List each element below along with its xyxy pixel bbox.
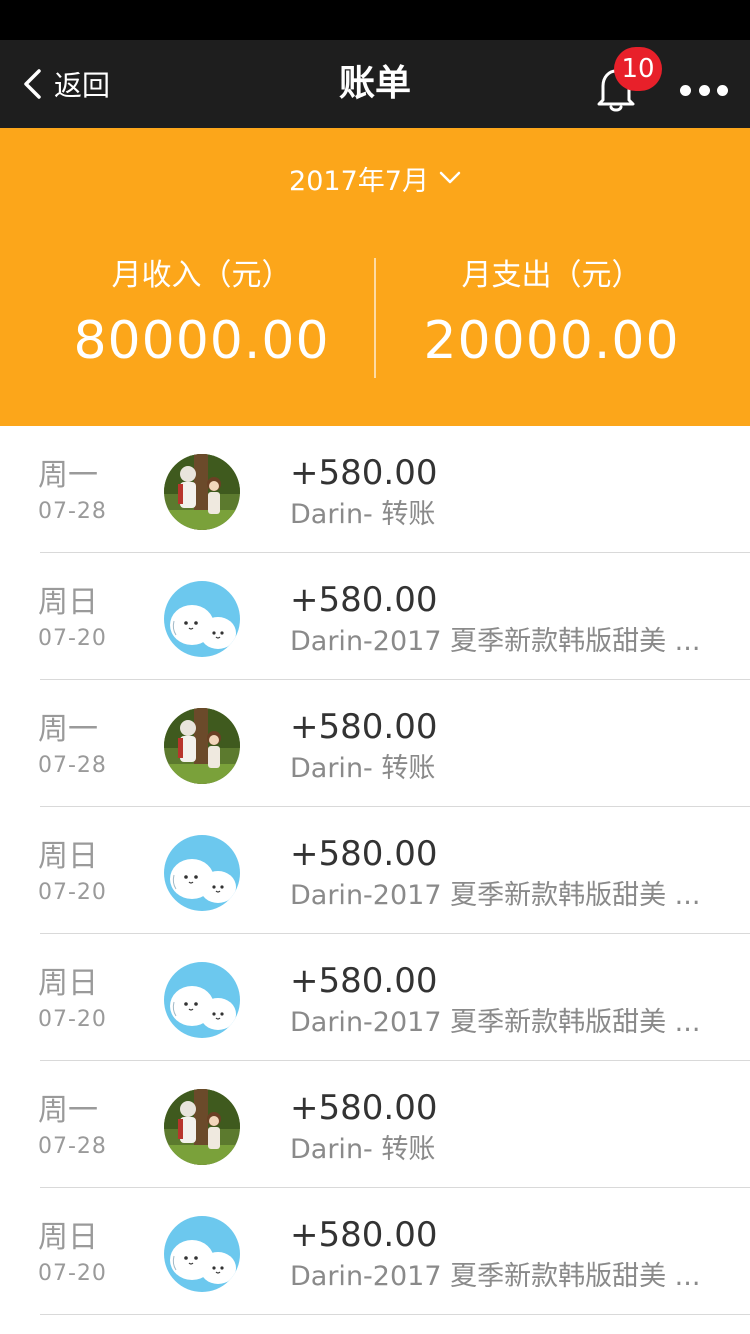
transaction-weekday: 周日 xyxy=(38,1220,98,1255)
transaction-amount: +580.00 xyxy=(290,1088,438,1128)
forest-couple-avatar xyxy=(164,454,240,530)
row-divider xyxy=(40,1314,750,1315)
forest-couple-avatar xyxy=(164,1089,240,1165)
top-navigation-bar: 返回 账单 10 xyxy=(0,40,750,128)
transaction-weekday: 周日 xyxy=(38,839,98,874)
marshmallow-avatar xyxy=(164,835,240,911)
income-value: 80000.00 xyxy=(73,311,330,371)
transaction-amount: +580.00 xyxy=(290,580,438,620)
month-label: 2017年7月 xyxy=(289,165,429,197)
transaction-row[interactable]: 周日 07-20 +580.00 Darin-2017 夏季新款韩版甜美 ... xyxy=(0,1188,750,1315)
monthly-summary: 2017年7月 月收入（元） 80000.00 月支出（元） 20000.00 xyxy=(0,128,750,426)
transaction-date: 07-28 xyxy=(38,499,107,524)
expense-stat: 月支出（元） 20000.00 xyxy=(364,252,739,376)
transaction-weekday: 周日 xyxy=(38,966,98,1001)
transaction-description: Darin- 转账 xyxy=(290,1134,436,1165)
notification-badge: 10 xyxy=(614,47,662,91)
marshmallow-avatar xyxy=(164,1216,240,1292)
income-label: 月收入（元） xyxy=(111,258,292,293)
month-selector[interactable]: 2017年7月 xyxy=(0,158,750,198)
transaction-amount: +580.00 xyxy=(290,707,438,747)
transaction-row[interactable]: 周日 07-20 +580.00 Darin-2017 夏季新款韩版甜美 ... xyxy=(0,934,750,1061)
marshmallow-avatar xyxy=(164,581,240,657)
transaction-amount: +580.00 xyxy=(290,1215,438,1255)
more-dot-icon xyxy=(698,84,710,96)
back-button[interactable]: 返回 xyxy=(22,62,110,106)
more-dot-icon xyxy=(680,84,691,96)
expense-value: 20000.00 xyxy=(423,311,680,371)
transaction-weekday: 周一 xyxy=(38,1093,98,1128)
transaction-row[interactable]: 周一 07-28 +580.00 Darin- 转账 xyxy=(0,680,750,807)
transaction-date: 07-20 xyxy=(38,626,107,651)
chevron-left-icon xyxy=(24,69,41,99)
transaction-amount: +580.00 xyxy=(290,961,438,1001)
forest-couple-avatar xyxy=(164,708,240,784)
transaction-date: 07-20 xyxy=(38,1007,107,1032)
transaction-row[interactable]: 周日 07-20 +580.00 Darin-2017 夏季新款韩版甜美 ... xyxy=(0,553,750,680)
marshmallow-avatar xyxy=(164,962,240,1038)
more-dot-icon xyxy=(717,84,728,96)
transaction-date: 07-28 xyxy=(38,753,107,778)
transaction-date: 07-20 xyxy=(38,1261,107,1286)
transaction-row[interactable]: 周一 07-28 +580.00 Darin- 转账 xyxy=(0,426,750,553)
transaction-description: Darin-2017 夏季新款韩版甜美 ... xyxy=(290,880,701,911)
expense-label: 月支出（元） xyxy=(461,258,642,293)
chevron-down-icon xyxy=(439,171,461,184)
back-label: 返回 xyxy=(54,69,111,102)
transaction-row[interactable]: 周日 07-20 +580.00 Darin-2017 夏季新款韩版甜美 ... xyxy=(0,807,750,934)
transaction-description: Darin- 转账 xyxy=(290,499,436,530)
transaction-amount: +580.00 xyxy=(290,834,438,874)
transaction-row[interactable]: 周一 07-28 +580.00 Darin- 转账 xyxy=(0,1061,750,1188)
transaction-weekday: 周日 xyxy=(38,585,98,620)
transaction-description: Darin-2017 夏季新款韩版甜美 ... xyxy=(290,1007,701,1038)
transaction-date: 07-28 xyxy=(38,1134,107,1159)
transaction-weekday: 周一 xyxy=(38,458,98,493)
transaction-list: 周一 07-28 +580.00 Darin- 转账 周日 07-20 +580.00 D… xyxy=(0,426,750,1315)
transaction-amount: +580.00 xyxy=(290,453,438,493)
income-stat: 月收入（元） 80000.00 xyxy=(14,252,389,376)
more-menu-button[interactable] xyxy=(680,80,728,100)
transaction-date: 07-20 xyxy=(38,880,107,905)
status-bar xyxy=(0,0,750,40)
transaction-description: Darin-2017 夏季新款韩版甜美 ... xyxy=(290,626,701,657)
transaction-description: Darin-2017 夏季新款韩版甜美 ... xyxy=(290,1261,701,1292)
transaction-weekday: 周一 xyxy=(38,712,98,747)
transaction-description: Darin- 转账 xyxy=(290,753,436,784)
